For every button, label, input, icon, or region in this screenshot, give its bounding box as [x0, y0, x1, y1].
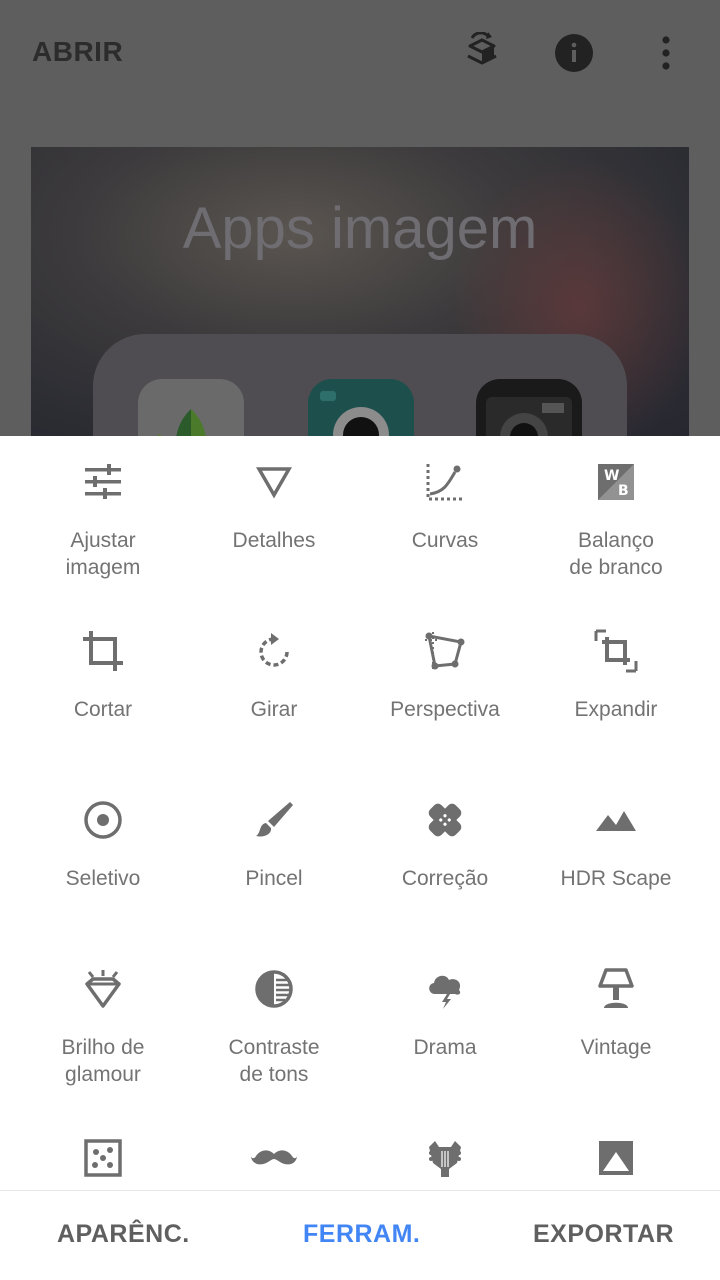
- vintage-lamp-icon: [592, 965, 640, 1013]
- tool-label: Balanço de branco: [569, 529, 663, 579]
- photo-preview: Apps imagem: [31, 147, 689, 436]
- tool-label: Drama: [413, 1036, 477, 1059]
- tool-label: Vintage: [580, 1036, 652, 1059]
- more-vert-icon[interactable]: [646, 32, 686, 74]
- healing-icon: [421, 796, 469, 844]
- tool-grunge[interactable]: [355, 1134, 535, 1190]
- svg-text:B: B: [618, 483, 629, 499]
- crop-icon: [79, 627, 127, 675]
- rotate-icon: [250, 627, 298, 675]
- tool-expandir[interactable]: Expandir: [526, 627, 706, 723]
- tool-girar[interactable]: Girar: [184, 627, 364, 723]
- tune-icon: [79, 458, 127, 506]
- tab-looks[interactable]: APARÊNC.: [57, 1220, 190, 1249]
- tool-perspectiva[interactable]: Perspectiva: [355, 627, 535, 723]
- landscape-icon: [592, 796, 640, 844]
- tool-label: Cortar: [73, 698, 133, 721]
- tool-label: Detalhes: [232, 529, 316, 552]
- tool-label: Girar: [250, 698, 298, 721]
- app-icon-camera: [308, 379, 414, 436]
- tool-curvas[interactable]: Curvas: [355, 458, 535, 554]
- tool-drama[interactable]: Drama: [355, 965, 535, 1061]
- tool-label: Seletivo: [65, 867, 141, 890]
- tool-ajustar-imagem[interactable]: Ajustar imagem: [13, 458, 193, 581]
- grunge-guitar-icon: [421, 1134, 469, 1182]
- tools-sheet: Ajustar imagem Detalhes Curvas W B Balan…: [0, 436, 720, 1190]
- tool-label: Perspectiva: [390, 698, 500, 721]
- tool-label: Curvas: [411, 529, 479, 552]
- tool-correcao[interactable]: Correção: [355, 796, 535, 892]
- tool-black-white[interactable]: [526, 1134, 706, 1190]
- tool-label: Pincel: [245, 867, 303, 890]
- tool-balanco-de-branco[interactable]: W B Balanço de branco: [526, 458, 706, 581]
- tool-label: Correção: [401, 867, 489, 890]
- black-white-icon: [592, 1134, 640, 1182]
- curves-icon: [421, 458, 469, 506]
- tool-label: HDR Scape: [560, 867, 672, 890]
- drama-cloud-icon: [421, 965, 469, 1013]
- glamour-icon: [79, 965, 127, 1013]
- open-button[interactable]: ABRIR: [32, 36, 123, 68]
- tab-tools[interactable]: FERRAM.: [303, 1220, 420, 1249]
- grainy-film-icon: [79, 1134, 127, 1182]
- tool-seletivo[interactable]: Seletivo: [13, 796, 193, 892]
- tool-grainy-film[interactable]: [13, 1134, 193, 1190]
- white-balance-icon: W B: [592, 458, 640, 506]
- tool-hdr-scape[interactable]: HDR Scape: [526, 796, 706, 892]
- tab-export[interactable]: EXPORTAR: [533, 1220, 674, 1249]
- tool-label: Expandir: [574, 698, 658, 721]
- tool-label: Brilho de glamour: [61, 1036, 145, 1086]
- app-icon-snapseed: [138, 379, 244, 436]
- svg-text:W: W: [604, 468, 619, 484]
- photo-title-text: Apps imagem: [182, 196, 538, 261]
- tool-cortar[interactable]: Cortar: [13, 627, 193, 723]
- tool-label: Contraste de tons: [228, 1036, 320, 1086]
- tool-contraste-de-tons[interactable]: Contraste de tons: [184, 965, 364, 1088]
- selective-icon: [79, 796, 127, 844]
- stack-revert-icon[interactable]: [462, 32, 502, 74]
- top-app-bar: ABRIR Apps imagem: [0, 0, 720, 436]
- tool-mustache[interactable]: [184, 1134, 364, 1190]
- expand-icon: [592, 627, 640, 675]
- tool-vintage[interactable]: Vintage: [526, 965, 706, 1061]
- mustache-icon: [250, 1134, 298, 1182]
- info-icon[interactable]: [554, 32, 594, 74]
- bottom-navigation: APARÊNC. FERRAM. EXPORTAR: [0, 1190, 720, 1280]
- perspective-icon: [421, 627, 469, 675]
- brush-icon: [250, 796, 298, 844]
- tool-brilho-de-glamour[interactable]: Brilho de glamour: [13, 965, 193, 1088]
- tool-label: Ajustar imagem: [65, 529, 141, 579]
- triangle-down-icon: [250, 458, 298, 506]
- tonal-contrast-icon: [250, 965, 298, 1013]
- tool-detalhes[interactable]: Detalhes: [184, 458, 364, 554]
- tool-pincel[interactable]: Pincel: [184, 796, 364, 892]
- app-icon-retro-camera: [476, 379, 582, 436]
